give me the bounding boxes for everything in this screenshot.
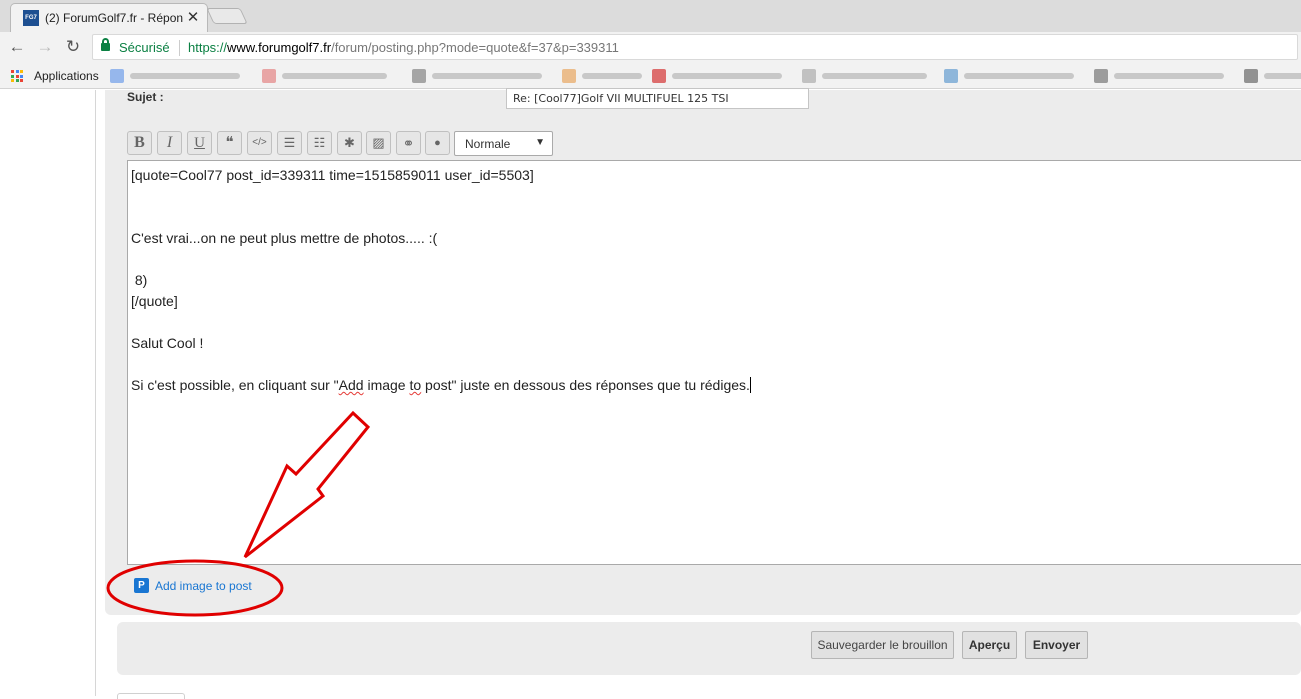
bookmark-item[interactable]: [802, 69, 929, 83]
bookmark-item[interactable]: [110, 69, 242, 83]
security-label: Sécurisé: [119, 40, 170, 55]
apps-label[interactable]: Applications: [34, 69, 99, 83]
url-path: /forum/posting.php?mode=quote&f=37&p=339…: [331, 40, 619, 55]
italic-button[interactable]: I: [157, 131, 182, 155]
bookmark-item[interactable]: [262, 69, 389, 83]
font-size-value: Normale: [465, 137, 511, 151]
bookmark-item[interactable]: [1094, 69, 1226, 83]
bookmark-label-blurred: [582, 73, 642, 79]
bookmark-item[interactable]: [944, 69, 1076, 83]
omnibox-separator: [179, 40, 180, 56]
tab-title: (2) ForumGolf7.fr - Répon: [45, 11, 183, 25]
bookmark-label-blurred: [672, 73, 782, 79]
image-button[interactable]: ▨: [366, 131, 391, 155]
forward-arrow-icon[interactable]: →: [34, 36, 56, 58]
color-button[interactable]: ●: [425, 131, 450, 155]
apps-grid-icon[interactable]: [11, 70, 23, 82]
content-border: [95, 90, 96, 696]
bookmark-label-blurred: [282, 73, 387, 79]
editor-line: 8): [131, 272, 148, 288]
address-bar[interactable]: Sécurisé https://www.forumgolf7.fr/forum…: [92, 34, 1298, 60]
add-image-label[interactable]: Add image to post: [155, 579, 252, 593]
spellcheck-word: Add: [338, 377, 364, 393]
new-tab-button[interactable]: [206, 8, 248, 24]
text-cursor: [749, 377, 751, 393]
submit-button[interactable]: Envoyer: [1025, 631, 1088, 659]
bookmark-label-blurred: [822, 73, 927, 79]
browser-tab[interactable]: FG7 (2) ForumGolf7.fr - Répon ✕: [10, 3, 208, 32]
page-content: Sujet : Re: [Cool77]Golf VII MULTIFUEL 1…: [0, 88, 1301, 699]
bookmark-item[interactable]: [412, 69, 544, 83]
bookmark-favicon-icon: [412, 69, 426, 83]
submit-bar: [117, 622, 1301, 675]
message-textarea[interactable]: [quote=Cool77 post_id=339311 time=151585…: [127, 160, 1301, 565]
url-text[interactable]: https://www.forumgolf7.fr/forum/posting.…: [188, 40, 619, 55]
bookmark-favicon-icon: [562, 69, 576, 83]
lock-icon: [101, 38, 110, 51]
bookmark-label-blurred: [1264, 73, 1301, 79]
url-scheme: https://: [188, 40, 228, 55]
bottom-tab-edge: [117, 693, 185, 699]
postimage-icon: P: [134, 578, 149, 593]
tab-strip: FG7 (2) ForumGolf7.fr - Répon ✕: [0, 0, 1301, 32]
editor-text: post" juste en dessous des réponses que …: [421, 377, 750, 393]
numbered-list-button[interactable]: ☷: [307, 131, 332, 155]
bookmark-favicon-icon: [1244, 69, 1258, 83]
font-size-select[interactable]: Normale ▼: [454, 131, 553, 156]
spellcheck-word: to: [409, 377, 422, 393]
subject-input[interactable]: Re: [Cool77]Golf VII MULTIFUEL 125 TSI: [506, 88, 809, 109]
site-favicon-icon: FG7: [23, 10, 39, 26]
bookmark-item[interactable]: [1244, 69, 1301, 83]
bookmark-favicon-icon: [1094, 69, 1108, 83]
reload-icon[interactable]: ↻: [62, 36, 84, 58]
bookmark-favicon-icon: [262, 69, 276, 83]
code-button[interactable]: </>: [247, 131, 272, 155]
list-button[interactable]: ☰: [277, 131, 302, 155]
bookmark-favicon-icon: [652, 69, 666, 83]
browser-toolbar: ← → ↻ Sécurisé https://www.forumgolf7.fr…: [0, 32, 1301, 62]
bookmark-label-blurred: [432, 73, 542, 79]
editor-text: image: [363, 377, 410, 393]
url-host: www.forumgolf7.fr: [227, 40, 332, 55]
bookmark-label-blurred: [964, 73, 1074, 79]
link-button[interactable]: ⚭: [396, 131, 421, 155]
preview-button[interactable]: Aperçu: [962, 631, 1017, 659]
chevron-down-icon: ▼: [535, 137, 545, 148]
save-draft-button[interactable]: Sauvegarder le brouillon: [811, 631, 954, 659]
bookmark-favicon-icon: [110, 69, 124, 83]
back-arrow-icon[interactable]: ←: [6, 36, 28, 58]
underline-button[interactable]: U: [187, 131, 212, 155]
editor-line: Salut Cool !: [131, 335, 204, 351]
bookmarks-bar: Applications: [0, 62, 1301, 89]
subject-label: Sujet :: [127, 90, 164, 104]
editor-text: Si c'est possible, en cliquant sur ": [131, 377, 339, 393]
quote-button[interactable]: ❝: [217, 131, 242, 155]
bookmark-favicon-icon: [802, 69, 816, 83]
bold-button[interactable]: B: [127, 131, 152, 155]
bookmark-label-blurred: [130, 73, 240, 79]
bookmark-item[interactable]: [652, 69, 784, 83]
editor-line: [/quote]: [131, 293, 178, 309]
bookmark-favicon-icon: [944, 69, 958, 83]
bookmark-item[interactable]: [562, 69, 644, 83]
editor-line: C'est vrai...on ne peut plus mettre de p…: [131, 230, 438, 246]
bookmark-label-blurred: [1114, 73, 1224, 79]
editor-line: Si c'est possible, en cliquant sur "Add …: [131, 377, 751, 393]
list-item-button[interactable]: ✱: [337, 131, 362, 155]
close-tab-icon[interactable]: ✕: [185, 8, 201, 26]
editor-line: [quote=Cool77 post_id=339311 time=151585…: [131, 167, 534, 183]
